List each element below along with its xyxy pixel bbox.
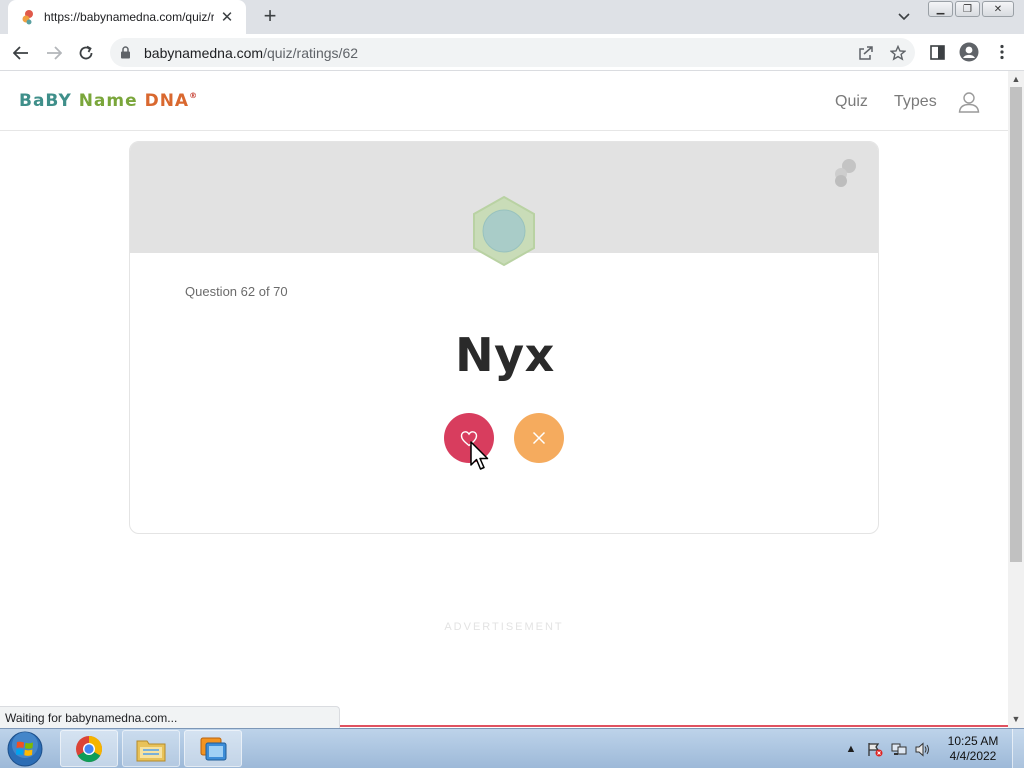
baby-name-title: Nyx (455, 328, 555, 382)
forward-arrow-icon[interactable] (41, 40, 67, 66)
minimize-button[interactable]: ▁ (928, 1, 953, 17)
lock-icon[interactable] (120, 46, 134, 60)
profile-avatar-icon[interactable] (959, 42, 979, 62)
chrome-icon (76, 735, 103, 762)
folder-icon (136, 740, 166, 761)
logo-word-name: Name (78, 91, 138, 111)
share-icon[interactable] (857, 44, 875, 62)
advertisement-label: ADVERTISEMENT (444, 621, 564, 633)
browser-toolbar: babynamedna.com/quiz/ratings/62 (0, 34, 1024, 71)
site-header: BaBY Name DNA® Quiz Types (0, 71, 1008, 131)
reload-icon[interactable] (73, 40, 99, 66)
side-panel-icon[interactable] (927, 42, 947, 62)
url-text: babynamedna.com/quiz/ratings/62 (144, 45, 358, 61)
clock-time: 10:25 AM (947, 734, 999, 748)
name-type-hexagon-icon (473, 195, 535, 267)
share-dots-icon[interactable] (832, 158, 858, 188)
volume-speaker-icon[interactable] (914, 741, 932, 757)
logo-word-dna: DNA (144, 91, 190, 111)
site-logo[interactable]: BaBY Name DNA® (19, 91, 198, 111)
url-host: babynamedna.com (144, 44, 264, 61)
quiz-card: Question 62 of 70 Nyx (129, 141, 879, 534)
close-icon (532, 431, 546, 445)
dislike-button[interactable] (514, 413, 564, 463)
logo-word-baby: BaBY (19, 91, 72, 111)
show-desktop-button[interactable] (1012, 729, 1024, 769)
scroll-thumb[interactable] (1010, 87, 1022, 562)
tab-strip: https://babynamedna.com/quiz/r ✕ + ▁ ❐ ✕ (0, 0, 1024, 34)
taskbar-vmware-button[interactable] (184, 730, 242, 767)
back-arrow-icon[interactable] (8, 40, 34, 66)
babynamedna-favicon-icon (22, 10, 33, 25)
mouse-pointer-icon (470, 441, 489, 470)
logo-registered-mark: ® (189, 91, 199, 100)
close-window-button[interactable]: ✕ (982, 1, 1014, 17)
tab-search-chevron-icon[interactable] (894, 8, 914, 26)
start-button-windows-icon[interactable] (5, 730, 45, 768)
restore-button[interactable]: ❐ (955, 1, 980, 17)
window-controls: ▁ ❐ ✕ (928, 1, 1014, 17)
system-tray: ▲ (842, 729, 932, 769)
nav-quiz-link[interactable]: Quiz (835, 93, 868, 111)
new-tab-button[interactable]: + (257, 5, 283, 29)
url-path: /quiz/ratings/62 (263, 44, 359, 61)
chrome-menu-icon[interactable] (992, 42, 1012, 62)
nav-types-link[interactable]: Types (894, 93, 937, 111)
question-counter: Question 62 of 70 (185, 284, 288, 299)
clock-date: 4/4/2022 (949, 749, 997, 763)
tab-close-icon[interactable]: ✕ (218, 8, 236, 26)
user-account-icon[interactable] (958, 91, 980, 113)
network-icon[interactable] (890, 741, 908, 757)
address-bar[interactable]: babynamedna.com/quiz/ratings/62 (110, 38, 915, 67)
scroll-up-arrow-icon[interactable]: ▲ (1011, 74, 1021, 84)
tab-title: https://babynamedna.com/quiz/r (44, 10, 214, 24)
scroll-down-arrow-icon[interactable]: ▼ (1011, 714, 1021, 724)
action-center-flag-icon[interactable] (866, 741, 884, 757)
vertical-scrollbar[interactable]: ▲ ▼ (1008, 71, 1024, 728)
status-bubble: Waiting for babynamedna.com... (0, 706, 340, 728)
show-hidden-icons-arrow-icon[interactable]: ▲ (842, 741, 860, 757)
windows-taskbar: ▲ 10:25 AM 4/4/2022 (0, 728, 1024, 769)
vmware-icon (200, 737, 227, 760)
taskbar-clock[interactable]: 10:25 AM 4/4/2022 (940, 734, 1006, 764)
page-viewport: BaBY Name DNA® Quiz Types Question 62 of… (0, 71, 1008, 728)
bookmark-star-icon[interactable] (889, 44, 907, 62)
taskbar-explorer-button[interactable] (122, 730, 180, 767)
browser-tab[interactable]: https://babynamedna.com/quiz/r ✕ (8, 0, 246, 34)
taskbar-chrome-button[interactable] (60, 730, 118, 767)
page-footer-accent-line (340, 725, 1008, 727)
